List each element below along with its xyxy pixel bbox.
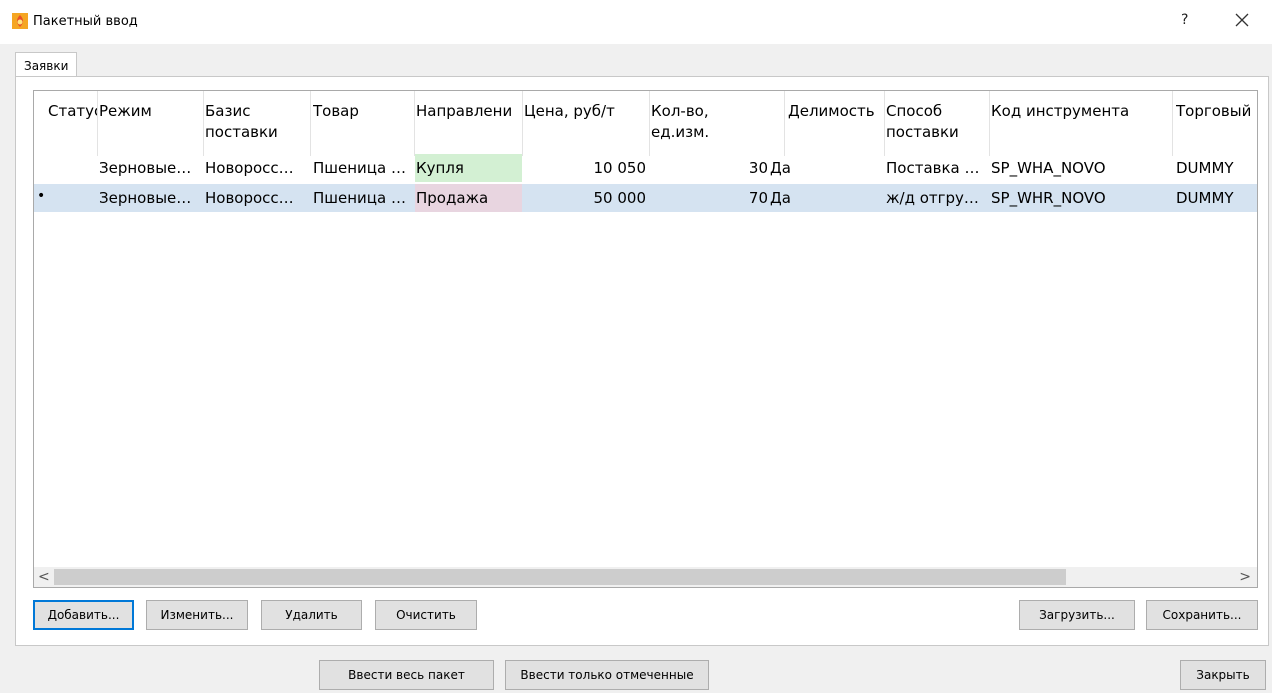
row-marker: • bbox=[37, 188, 46, 204]
cell-instrument: SP_WHR_NOVO bbox=[991, 189, 1106, 207]
orders-grid[interactable]: Статус Режим Базис поставки Товар Направ… bbox=[33, 90, 1258, 588]
submit-marked-button[interactable]: Ввести только отмеченные bbox=[505, 660, 709, 690]
scroll-left-icon[interactable]: < bbox=[38, 569, 50, 585]
column-separator bbox=[884, 91, 885, 156]
flame-logo-icon bbox=[12, 13, 28, 29]
column-header-basis-line1: Базис bbox=[205, 102, 251, 120]
cell-price: 50 000 bbox=[593, 189, 647, 207]
close-icon[interactable] bbox=[1232, 10, 1252, 30]
cell-instrument: SP_WHA_NOVO bbox=[991, 159, 1106, 177]
cell-qty: 30 bbox=[748, 159, 768, 177]
submit-all-button[interactable]: Ввести весь пакет bbox=[319, 660, 494, 690]
cell-divisibility: Да bbox=[770, 189, 791, 207]
cell-mode: Зерновые… bbox=[99, 189, 192, 207]
column-header-product[interactable]: Товар bbox=[313, 101, 408, 122]
column-header-qty[interactable]: Кол-во, ед.изм. bbox=[651, 101, 751, 143]
column-separator bbox=[414, 91, 415, 156]
cell-mode: Зерновые… bbox=[99, 159, 192, 177]
add-button[interactable]: Добавить... bbox=[33, 600, 134, 630]
cell-delivery: ж/д отгру… bbox=[886, 189, 979, 207]
cell-qty: 70 bbox=[748, 189, 768, 207]
column-separator bbox=[310, 91, 311, 156]
column-header-delivery-line2: поставки bbox=[886, 123, 959, 141]
table-row-selected[interactable]: • Зерновые… Новоросс… Пшеница … Продажа … bbox=[34, 184, 1257, 212]
cell-price: 10 050 bbox=[593, 159, 647, 177]
cell-basis: Новоросс… bbox=[205, 189, 294, 207]
cell-product: Пшеница … bbox=[313, 159, 406, 177]
scroll-right-icon[interactable]: > bbox=[1239, 569, 1251, 585]
cell-trading: DUMMY bbox=[1176, 189, 1234, 207]
column-separator bbox=[522, 91, 523, 156]
tab-orders[interactable]: Заявки bbox=[15, 52, 78, 77]
column-header-basis[interactable]: Базис поставки bbox=[205, 101, 305, 143]
column-separator bbox=[649, 91, 650, 156]
column-header-trading[interactable]: Торговый bbox=[1176, 101, 1256, 122]
delete-button[interactable]: Удалить bbox=[261, 600, 362, 630]
column-header-mode[interactable]: Режим bbox=[99, 101, 199, 122]
close-button[interactable]: Закрыть bbox=[1180, 660, 1266, 690]
cell-status bbox=[48, 154, 96, 182]
column-header-divisibility[interactable]: Делимость bbox=[788, 101, 883, 122]
column-header-price[interactable]: Цена, руб/т bbox=[524, 101, 644, 122]
load-button[interactable]: Загрузить... bbox=[1019, 600, 1135, 630]
column-header-status[interactable]: Статус bbox=[48, 101, 98, 122]
window-title: Пакетный ввод bbox=[33, 14, 138, 29]
column-header-delivery[interactable]: Способ поставки bbox=[886, 101, 986, 143]
clear-button[interactable]: Очистить bbox=[375, 600, 477, 630]
help-button[interactable]: ? bbox=[1181, 12, 1188, 28]
cell-trading: DUMMY bbox=[1176, 159, 1234, 177]
column-separator bbox=[203, 91, 204, 156]
cell-product: Пшеница … bbox=[313, 189, 406, 207]
column-header-instrument[interactable]: Код инструмента bbox=[991, 101, 1166, 122]
save-button[interactable]: Сохранить... bbox=[1146, 600, 1258, 630]
cell-direction: Купля bbox=[415, 154, 522, 182]
scrollbar-thumb[interactable] bbox=[54, 569, 1066, 585]
cell-direction: Продажа bbox=[415, 184, 522, 212]
cell-status bbox=[48, 184, 96, 212]
horizontal-scrollbar[interactable]: < > bbox=[34, 567, 1257, 587]
column-header-basis-line2: поставки bbox=[205, 123, 278, 141]
column-separator bbox=[97, 91, 98, 156]
table-row[interactable]: Зерновые… Новоросс… Пшеница … Купля 10 0… bbox=[34, 154, 1257, 182]
cell-divisibility: Да bbox=[770, 159, 791, 177]
column-header-direction[interactable]: Направлени bbox=[416, 101, 523, 122]
column-header-qty-line2: ед.изм. bbox=[651, 123, 710, 141]
cell-delivery: Поставка … bbox=[886, 159, 980, 177]
column-separator bbox=[784, 91, 785, 156]
column-separator bbox=[989, 91, 990, 156]
title-bar: Пакетный ввод ? bbox=[0, 0, 1272, 44]
edit-button[interactable]: Изменить... bbox=[146, 600, 248, 630]
cell-basis: Новоросс… bbox=[205, 159, 294, 177]
column-header-delivery-line1: Способ bbox=[886, 102, 943, 120]
column-header-qty-line1: Кол-во, bbox=[651, 102, 709, 120]
column-separator bbox=[1172, 91, 1173, 156]
